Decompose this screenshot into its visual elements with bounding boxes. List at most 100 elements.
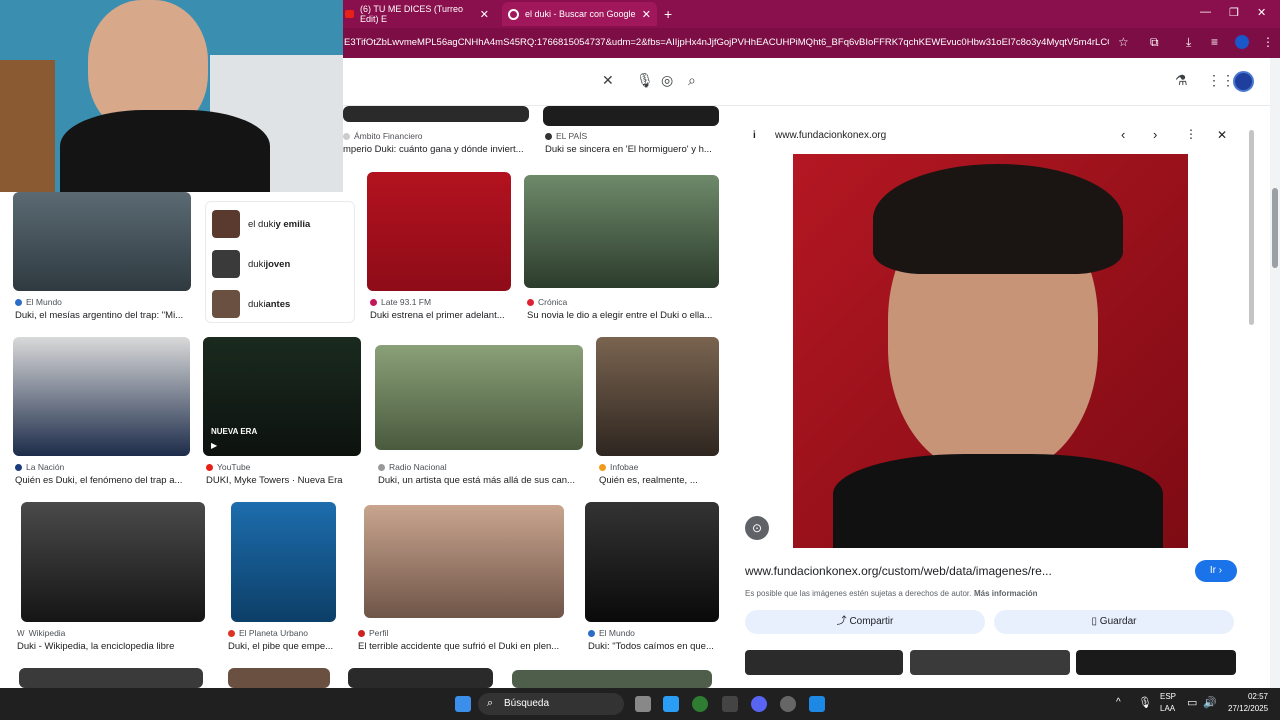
taskbar-search[interactable]: Búsqueda (478, 693, 624, 715)
clock-date[interactable]: 27/12/2025 (1228, 704, 1268, 713)
preview-image[interactable] (793, 154, 1188, 548)
result-image[interactable] (231, 502, 336, 622)
result-source: YouTube (206, 462, 250, 472)
tab-youtube[interactable]: (6) TU ME DICES (Turreo Edit) E ✕ (345, 4, 495, 24)
result-caption[interactable]: El terrible accidente que sufrió el Duki… (358, 641, 566, 652)
result-caption[interactable]: Su novia le dio a elegir entre el Duki o… (527, 310, 719, 321)
go-button[interactable]: Ir › (1195, 560, 1237, 582)
preview-link[interactable]: www.fundacionkonex.org/custom/web/data/i… (745, 564, 1052, 578)
app-icon[interactable] (809, 696, 825, 712)
more-info-link[interactable]: Más información (974, 589, 1038, 598)
account-avatar[interactable] (1233, 71, 1254, 92)
streamer-shirt (60, 110, 270, 192)
result-source: Late 93.1 FM (370, 297, 431, 307)
result-source: EL PAÍS (545, 131, 587, 141)
result-image[interactable] (524, 175, 719, 288)
result-caption[interactable]: Duki, un artista que está más allá de su… (378, 475, 583, 486)
playlist-icon[interactable]: ≡ (1211, 35, 1218, 49)
previous-icon[interactable]: ‹ (1121, 127, 1125, 142)
result-image[interactable] (364, 505, 564, 618)
result-image[interactable]: NUEVA ERA ▶ (203, 337, 361, 456)
search-icon: ⌕ (487, 697, 494, 709)
language-indicator[interactable]: ESP (1160, 692, 1176, 701)
download-icon[interactable]: ⤓ (1186, 35, 1191, 50)
wikipedia-icon: W (17, 628, 25, 638)
lens-search-icon[interactable]: ⊙ (745, 516, 769, 540)
related-item[interactable]: el duki y emilia (212, 210, 310, 238)
result-image[interactable] (596, 337, 719, 456)
result-caption[interactable]: Duki - Wikipedia, la enciclopedia libre (17, 641, 207, 652)
result-image[interactable] (585, 502, 719, 622)
result-caption[interactable]: Duki se sincera en 'El hormiguero' y h..… (545, 144, 720, 155)
preview-site[interactable]: www.fundacionkonex.org (775, 130, 886, 141)
obs-icon[interactable] (780, 696, 796, 712)
result-caption[interactable]: mperio Duki: cuánto gana y dónde inviert… (343, 144, 528, 155)
result-image[interactable] (375, 345, 583, 450)
microphone-icon[interactable]: 🎙 (636, 72, 654, 89)
result-image[interactable] (343, 106, 529, 122)
search-icon[interactable]: ⌕ (688, 72, 696, 89)
bookmark-icon: ▯ (1091, 616, 1100, 627)
menu-icon[interactable]: ⋮ (1262, 35, 1274, 49)
close-window-button[interactable]: ✕ (1257, 6, 1266, 19)
network-icon[interactable]: ▭ (1187, 696, 1197, 709)
result-image[interactable] (367, 172, 511, 291)
windows-start-icon[interactable] (455, 696, 471, 712)
close-icon[interactable]: ✕ (480, 8, 489, 21)
result-image[interactable] (13, 192, 191, 291)
site-icon (228, 629, 235, 637)
result-image[interactable] (543, 106, 719, 126)
clock-time[interactable]: 02:57 (1228, 692, 1268, 701)
result-image[interactable] (512, 670, 712, 688)
restore-button[interactable]: ❐ (1229, 6, 1239, 19)
save-button[interactable]: ▯ Guardar (994, 610, 1234, 634)
language-indicator[interactable]: LAA (1160, 704, 1175, 713)
microphone-icon[interactable]: 🎙 (1138, 696, 1152, 709)
related-item[interactable]: duki joven (212, 250, 290, 278)
result-image[interactable] (21, 502, 205, 622)
extensions-icon[interactable]: ⧉ (1150, 35, 1159, 50)
result-image[interactable] (13, 337, 190, 456)
star-icon[interactable]: ☆ (1118, 35, 1129, 49)
minimize-button[interactable]: — (1200, 6, 1211, 18)
result-source: El Mundo (588, 628, 635, 638)
result-caption[interactable]: DUKI, Myke Towers · Nueva Era (206, 475, 361, 486)
share-button[interactable]: ⤴ Compartir (745, 610, 985, 634)
url-text[interactable]: E3TifOtZbLwvmeMPL56agCNHhA4mS45RQ:176681… (344, 37, 1109, 48)
page-scrollbar[interactable] (1270, 58, 1280, 688)
chevron-up-icon[interactable]: ^ (1116, 697, 1121, 708)
result-caption[interactable]: Quién es, realmente, ... (599, 475, 719, 486)
related-item[interactable]: duki antes (212, 290, 290, 318)
lens-icon[interactable]: ◎ (661, 72, 673, 89)
result-caption[interactable]: Quién es Duki, el fenómeno del trap a... (15, 475, 190, 486)
result-caption[interactable]: Duki estrena el primer adelant... (370, 310, 510, 321)
apps-grid-icon[interactable]: ⋮⋮ (1207, 72, 1235, 89)
result-caption[interactable]: Duki, el mesías argentino del trap: "Mi.… (15, 310, 193, 321)
info-icon[interactable]: i (753, 130, 756, 141)
task-view-icon[interactable] (635, 696, 651, 712)
result-caption[interactable]: Duki: "Todos caímos en que... (588, 641, 718, 652)
new-tab-button[interactable]: + (664, 6, 672, 22)
close-icon[interactable]: ✕ (642, 8, 651, 21)
labs-icon[interactable]: ⚗ (1175, 72, 1188, 89)
panel-scrollbar[interactable] (1249, 130, 1254, 325)
related-image[interactable] (910, 650, 1070, 675)
related-image[interactable] (1076, 650, 1236, 675)
result-image[interactable] (19, 668, 203, 688)
result-image[interactable] (228, 668, 330, 688)
result-image[interactable] (348, 668, 493, 688)
profile-avatar[interactable] (1235, 35, 1249, 49)
more-options-icon[interactable]: ⋮ (1185, 127, 1197, 141)
scrollbar-thumb[interactable] (1272, 188, 1278, 268)
copilot-icon[interactable] (663, 696, 679, 712)
discord-icon[interactable] (751, 696, 767, 712)
result-caption[interactable]: Duki, el pibe que empe... (228, 641, 338, 652)
related-image[interactable] (745, 650, 903, 675)
tab-google[interactable]: el duki - Buscar con Google ✕ (502, 2, 657, 26)
next-icon[interactable]: › (1153, 127, 1157, 142)
clear-search-icon[interactable]: ✕ (602, 72, 614, 89)
chrome-icon[interactable] (692, 696, 708, 712)
app-icon[interactable] (722, 696, 738, 712)
close-icon[interactable]: ✕ (1217, 128, 1227, 142)
volume-icon[interactable]: 🔊 (1203, 696, 1217, 709)
